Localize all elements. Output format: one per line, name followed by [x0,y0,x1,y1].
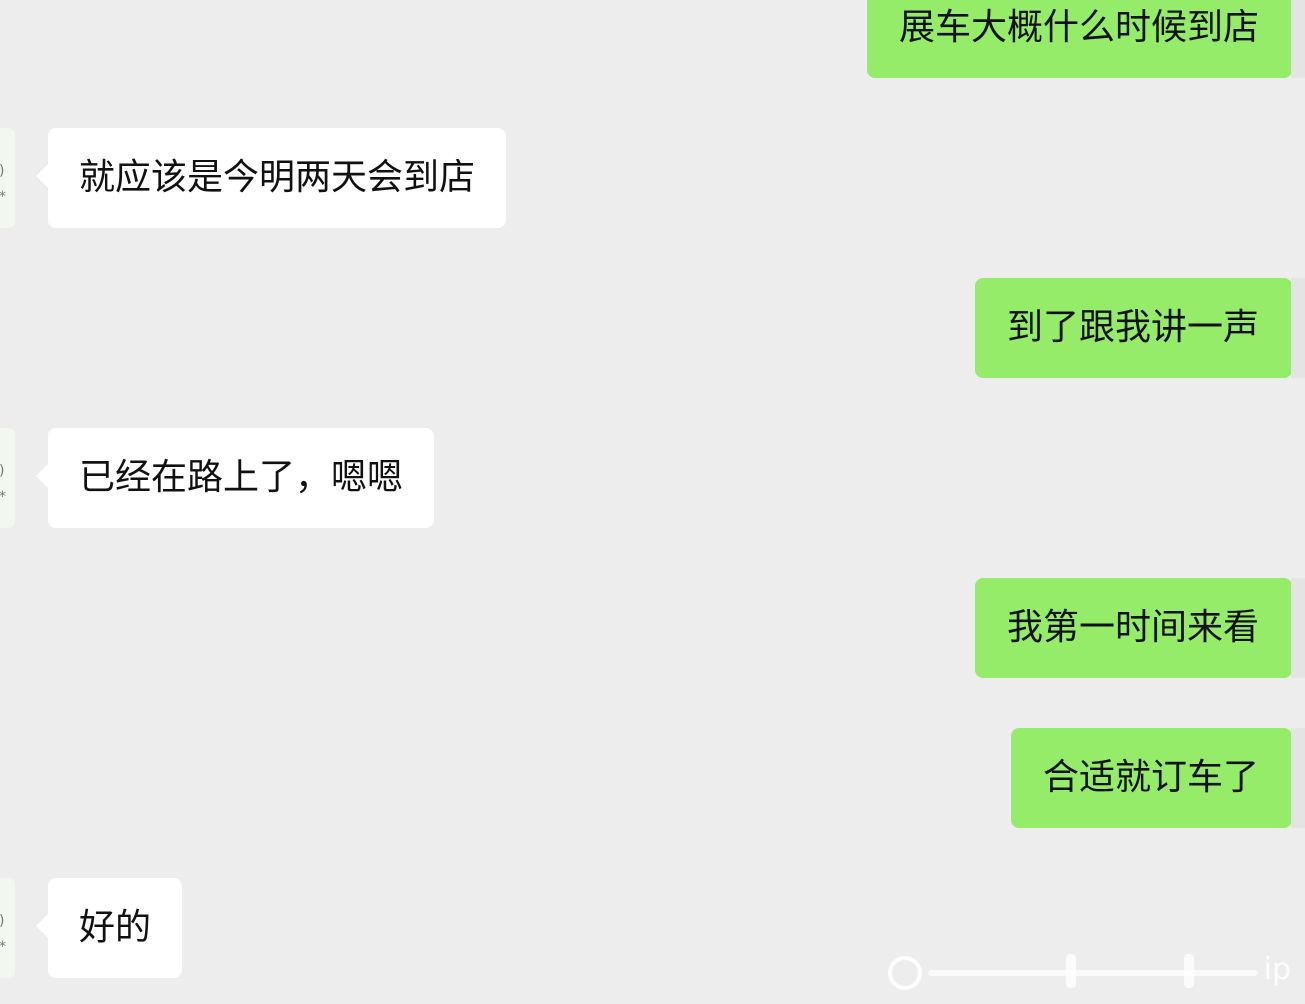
avatar[interactable] [1291,728,1305,828]
avatar[interactable] [1291,278,1305,378]
watermark-bar [928,970,1258,976]
message-bubble-incoming[interactable]: 好的 [36,878,183,978]
message-row-outgoing: 到了跟我讲一声 [0,278,1305,378]
message-bubble-incoming[interactable]: 就应该是今明两天会到店 [36,128,507,228]
message-bubble-outgoing[interactable]: 展车大概什么时候到店 [866,0,1304,78]
bubble-tail [36,164,48,188]
bubble-tail [36,464,48,488]
avatar[interactable] [1291,0,1305,78]
message-text: 展车大概什么时候到店 [898,7,1259,48]
avatar[interactable]: )* [0,878,15,978]
avatar[interactable]: )* [0,428,15,528]
watermark-logo-icon [888,956,922,990]
watermark: ip [888,948,1305,998]
message-text: 就应该是今明两天会到店 [79,157,476,198]
message-bubble-outgoing[interactable]: 到了跟我讲一声 [974,278,1304,378]
message-row-outgoing: 展车大概什么时候到店 [0,0,1305,78]
message-text: 到了跟我讲一声 [1006,307,1259,348]
bubble-tail [36,914,48,938]
message-text: 我第一时间来看 [1006,607,1259,648]
message-bubble-outgoing[interactable]: 合适就订车了 [1010,728,1304,828]
message-text: 合适就订车了 [1042,757,1259,798]
watermark-mark [1066,954,1076,988]
watermark-mark [1184,954,1194,988]
avatar[interactable]: )* [0,128,15,228]
message-bubble-outgoing[interactable]: 我第一时间来看 [974,578,1304,678]
avatar[interactable] [1291,578,1305,678]
message-row-outgoing: 我第一时间来看 [0,578,1305,678]
message-row-outgoing: 合适就订车了 [0,728,1305,828]
message-text: 好的 [79,907,152,948]
message-bubble-incoming[interactable]: 已经在路上了，嗯嗯 [36,428,435,528]
message-row-incoming: )* 已经在路上了，嗯嗯 [0,428,1305,528]
message-row-incoming: )* 就应该是今明两天会到店 [0,128,1305,228]
watermark-text: ip [1263,952,1291,987]
chat-area[interactable]: 展车大概什么时候到店 )* 就应该是今明两天会到店 到了跟我讲一声 )* 已经在… [0,0,1305,1004]
message-text: 已经在路上了，嗯嗯 [79,457,404,498]
